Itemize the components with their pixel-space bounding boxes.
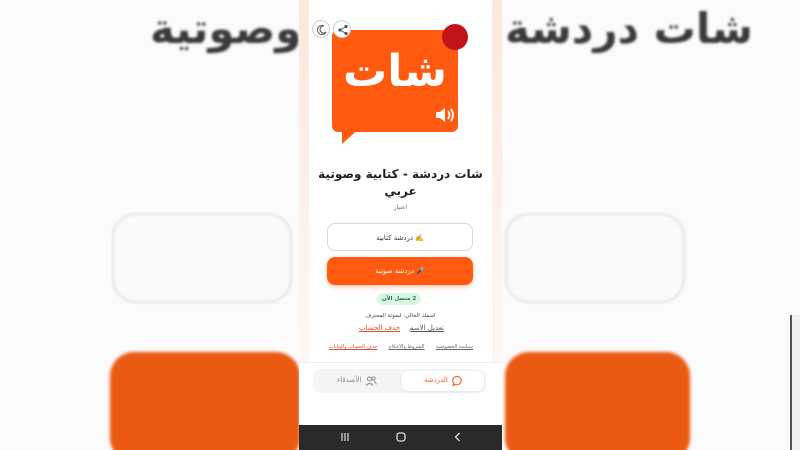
share-icon: [338, 24, 348, 36]
app-title: شات دردشة - كتابية وصوتية عربي: [318, 167, 483, 198]
text-chat-button[interactable]: ✍️ دردشة كتابية: [327, 223, 473, 251]
account-links: تعديل الاسم حذف الحساب: [359, 324, 444, 332]
recents-icon[interactable]: [339, 431, 351, 443]
phone-screen: شات شات دردشة - كتابية وصوتية عربي اعتبا…: [299, 0, 502, 450]
delete-account-link[interactable]: حذف الحساب: [359, 324, 400, 332]
speaker-icon: [436, 108, 454, 122]
side-shade-left: [299, 0, 309, 362]
app-logo: شات: [332, 18, 468, 144]
home-icon[interactable]: [395, 431, 407, 443]
current-name-label: اسمك الحالي: ليموتة المحترف: [365, 313, 436, 319]
online-count-badge: 2 متصل الآن: [377, 293, 421, 305]
moon-icon: [317, 25, 327, 36]
side-shade-right: [492, 0, 502, 362]
background-card-right: [505, 213, 685, 303]
nav-tab-friends[interactable]: الأصدقاء: [319, 371, 399, 391]
voice-chat-button[interactable]: 🎤 دردشة صوتية: [327, 257, 473, 285]
chat-bubble-icon: [452, 375, 462, 387]
delete-data-link[interactable]: حذف الحساب والبيانات: [329, 344, 377, 350]
share-button[interactable]: [333, 20, 351, 38]
nav-tab-friends-label: الأصدقاء: [337, 376, 362, 384]
users-icon: [365, 376, 377, 386]
logo-red-dot: [442, 24, 468, 50]
background-title-left: وصوتية: [150, 4, 302, 53]
background-card-left: [112, 213, 292, 303]
logo-text: شات: [342, 46, 447, 97]
background-orange-right: [505, 352, 690, 450]
theme-toggle-button[interactable]: [312, 20, 330, 38]
back-icon[interactable]: [452, 431, 464, 443]
background-orange-left: [110, 352, 300, 450]
nav-tab-chat[interactable]: الدردشة: [402, 371, 484, 391]
system-navigation-bar: [299, 425, 502, 450]
background-edge: [790, 315, 800, 450]
footer-links: سياسة الخصوصية الشروط والاحكام حذف الحسا…: [329, 344, 473, 350]
bottom-navigation: الدردشة الأصدقاء: [299, 362, 502, 398]
background-title-right: شات دردشة: [505, 4, 753, 53]
rating-label: اعتبار: [393, 204, 408, 211]
terms-link[interactable]: الشروط والاحكام: [389, 344, 425, 350]
edit-name-link[interactable]: تعديل الاسم: [409, 324, 444, 332]
privacy-policy-link[interactable]: سياسة الخصوصية: [436, 344, 473, 350]
logo-bubble-tail: [342, 126, 362, 144]
main-content[interactable]: شات شات دردشة - كتابية وصوتية عربي اعتبا…: [299, 0, 502, 362]
nav-tab-chat-label: الدردشة: [424, 376, 448, 384]
